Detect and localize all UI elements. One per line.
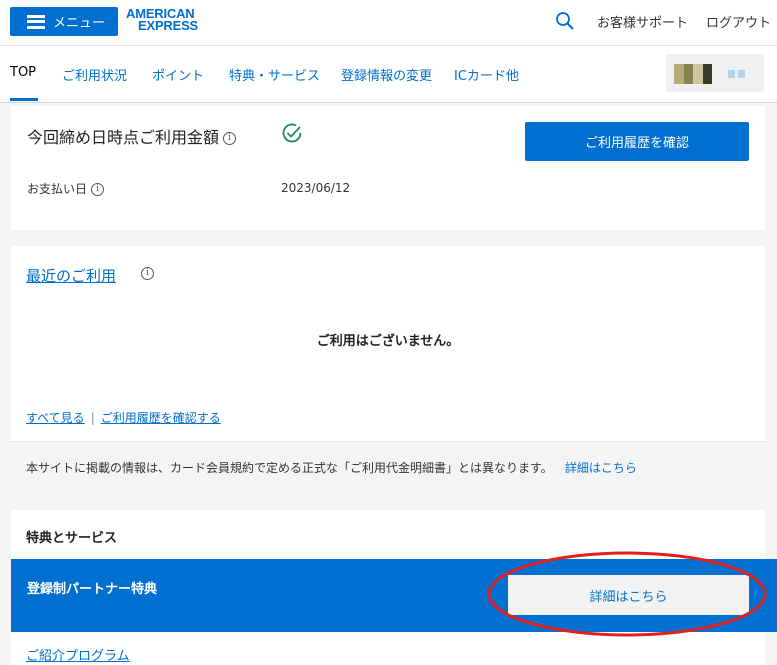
partner-benefits-label: 登録制パートナー特典 (27, 582, 158, 597)
partner-details-button[interactable]: 詳細はこちら (508, 575, 749, 615)
check-circle-icon (282, 123, 302, 143)
account-profile[interactable] (666, 54, 764, 92)
info-icon[interactable]: i (141, 267, 154, 280)
logout-link[interactable]: ログアウト (706, 12, 771, 31)
menu-icon (27, 14, 45, 29)
info-icon[interactable]: i (223, 132, 237, 145)
amex-logo[interactable]: AMERICAN EXPRESS (126, 7, 208, 33)
menu-label: メニュー (53, 16, 106, 31)
account-info-masked (728, 70, 748, 78)
tab-benefits-services[interactable]: 特典・サービス (229, 65, 320, 84)
info-icon[interactable]: i (91, 183, 105, 196)
check-usage-history-link[interactable]: ご利用履歴を確認する (101, 411, 221, 425)
avatar (674, 64, 712, 84)
tab-ic-card[interactable]: ICカード他 (454, 65, 519, 84)
empty-usage-message: ご利用はございません。 (316, 334, 460, 349)
billing-summary-card: 今回締め日時点ご利用金額 i ご利用履歴を確認 お支払い日 i 2023/06/12 (11, 106, 765, 230)
partner-benefits-banner: 登録制パートナー特典 詳細はこちら (11, 559, 777, 632)
link-separator: | (90, 411, 95, 425)
benefits-title: 特典とサービス (26, 531, 118, 546)
payment-date-label-text: お支払い日 (27, 182, 88, 196)
recent-usage-card: 最近のご利用 i ご利用はございません。 すべて見る | ご利用履歴を確認する 本サ… (11, 246, 765, 494)
benefits-card: 特典とサービス 登録制パートナー特典 詳細はこちら ご紹介プログラム (11, 510, 777, 665)
tab-top[interactable]: TOP (10, 65, 36, 80)
statement-notice: 本サイトに掲載の情報は、カード会員規約で定める正式な「ご利用代金明細書」とは異な… (11, 441, 765, 494)
see-all-link[interactable]: すべて見る (26, 411, 85, 425)
referral-program-link[interactable]: ご紹介プログラム (26, 645, 130, 664)
recent-usage-link[interactable]: 最近のご利用 (26, 265, 116, 286)
search-icon[interactable] (555, 11, 575, 31)
notice-details-link[interactable]: 詳細はこちら (565, 461, 637, 475)
menu-button[interactable]: メニュー (10, 7, 118, 36)
main-nav: TOP ご利用状況 ポイント 特典・サービス 登録情報の変更 ICカード他 (0, 46, 777, 103)
billing-summary-title: 今回締め日時点ご利用金額 i (27, 124, 237, 148)
tab-registration-change[interactable]: 登録情報の変更 (341, 65, 432, 84)
active-tab-indicator (10, 98, 38, 101)
recent-usage-links: すべて見る | ご利用履歴を確認する (26, 409, 221, 426)
customer-support-link[interactable]: お客様サポート (597, 12, 688, 31)
notice-message: 本サイトに掲載の情報は、カード会員規約で定める正式な「ご利用代金明細書」とは異な… (26, 461, 553, 475)
billing-summary-title-text: 今回締め日時点ご利用金額 (27, 128, 220, 147)
payment-date-value: 2023/06/12 (281, 181, 351, 195)
view-usage-history-button[interactable]: ご利用履歴を確認 (525, 122, 749, 161)
top-header: メニュー AMERICAN EXPRESS お客様サポート ログアウト (0, 0, 777, 46)
logo-line-2: EXPRESS (138, 18, 199, 33)
payment-date-label: お支払い日 i (27, 180, 105, 197)
tab-usage-status[interactable]: ご利用状況 (62, 65, 127, 84)
tab-points[interactable]: ポイント (152, 65, 204, 84)
statement-notice-text: 本サイトに掲載の情報は、カード会員規約で定める正式な「ご利用代金明細書」とは異な… (26, 459, 637, 476)
